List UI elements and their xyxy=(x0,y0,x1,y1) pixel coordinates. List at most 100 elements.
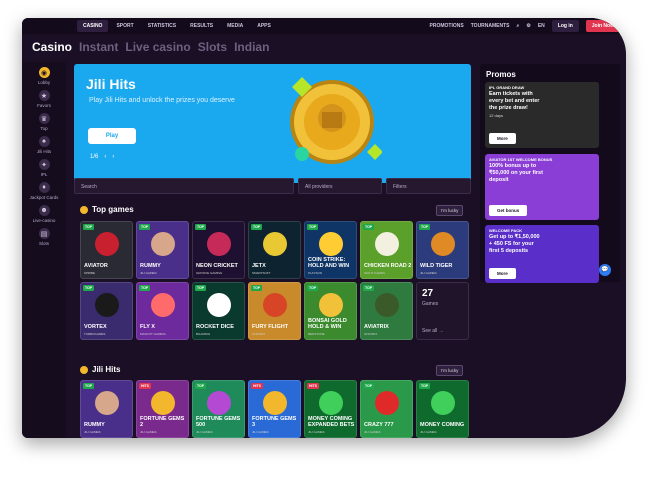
game-name: COIN STRIKE: HOLD AND WIN xyxy=(308,257,350,269)
game-art xyxy=(206,232,231,257)
play-button[interactable]: Play xyxy=(88,128,136,144)
game-card[interactable]: TOP RUMMY JILI GAMES xyxy=(80,380,133,438)
promo-card[interactable]: IPL GRAND DRAW Earn tickets with every be… xyxy=(485,82,599,148)
game-card[interactable]: TOP AVIATRIX AVIATRIX xyxy=(360,282,413,340)
sidebar-item-jackpot-cards[interactable]: ♦ Jackpot Cards xyxy=(22,182,66,200)
subnav-tab-indian[interactable]: Indian xyxy=(234,40,269,54)
sidebar-item-lobby[interactable]: ◉ Lobby xyxy=(22,67,66,85)
game-art xyxy=(150,391,175,416)
providers-select[interactable]: All providers xyxy=(298,178,382,194)
game-art xyxy=(262,293,287,318)
sidebar-item-top[interactable]: ♛ Top xyxy=(22,113,66,131)
game-art xyxy=(94,391,119,416)
game-name: MONEY COMING EXPANDED BETS xyxy=(308,416,355,428)
game-card[interactable]: TOP MONEY COMING JILI GAMES xyxy=(416,380,469,438)
game-card[interactable]: TOP BONSAI GOLD HOLD & WIN REDSTONE xyxy=(304,282,357,340)
jili-hits-heading: Jili Hits xyxy=(80,365,120,374)
game-card[interactable]: TOP NEON CRICKET GROOVE GAMING xyxy=(192,221,245,279)
top-icon: ♛ xyxy=(38,113,50,124)
chat-icon[interactable]: 💬 xyxy=(599,264,611,276)
game-card[interactable]: TOP WILD TIGER JILI GAMES xyxy=(416,221,469,279)
subnav-tab-casino[interactable]: Casino xyxy=(32,40,72,54)
sidebar-item-slots[interactable]: ▤ Slots xyxy=(22,228,66,246)
app-window: CASINO SPORT STATISTICS RESULTS MEDIA APPS PR… xyxy=(22,18,626,438)
game-provider: JILI GAMES xyxy=(140,430,157,434)
lucky-button[interactable]: I'm lucky xyxy=(436,205,464,216)
promotions-link[interactable]: PROMOTIONS xyxy=(430,23,464,29)
game-card[interactable]: TOP CHICKEN ROAD 2 INOUT GAMES xyxy=(360,221,413,279)
game-provider: JILI GAMES xyxy=(420,271,437,275)
top-games-heading: Top games xyxy=(80,205,134,214)
subnav-tab-slots[interactable]: Slots xyxy=(198,40,227,54)
hero-banner[interactable]: Jili Hits Play Jili Hits and unlock the … xyxy=(74,64,471,183)
promo-tag: AVIATOR 1ST WELCOME BONUS xyxy=(489,157,553,162)
sidebar-item-label: Favors xyxy=(37,103,51,108)
topnav-item-results[interactable]: RESULTS xyxy=(184,20,219,32)
subnav-tab-live-casino[interactable]: Live casino xyxy=(125,40,190,54)
sidebar-item-ipl[interactable]: ✦ IPL xyxy=(22,159,66,177)
tournaments-link[interactable]: TOURNAMENTS xyxy=(471,23,510,29)
game-provider: JILI GAMES xyxy=(252,430,269,434)
search-input[interactable]: Search xyxy=(74,178,294,194)
prev-arrow-icon[interactable]: ‹ xyxy=(104,154,106,160)
sidebar-item-jili-hits[interactable]: ♠ Jili Hits xyxy=(22,136,66,154)
game-card[interactable]: TOP JETX SMARTSOFT xyxy=(248,221,301,279)
game-card[interactable]: HITS FORTUNE GEMS 2 JILI GAMES xyxy=(136,380,189,438)
game-card[interactable]: HITS FORTUNE GEMS 3 JILI GAMES xyxy=(248,380,301,438)
game-card[interactable]: TOP FLY X MASCOT GAMING xyxy=(136,282,189,340)
sidebar-item-favors[interactable]: ★ Favors xyxy=(22,90,66,108)
join-button[interactable]: Join Now xyxy=(585,20,620,32)
topnav-item-apps[interactable]: APPS xyxy=(251,20,277,32)
lucky-button[interactable]: I'm lucky xyxy=(436,365,464,376)
game-card[interactable]: TOP FURY FLIGHT AVIATRIX xyxy=(248,282,301,340)
game-card[interactable]: TOP COIN STRIKE: HOLD AND WIN PLAYSON xyxy=(304,221,357,279)
promo-card[interactable]: WELCOME PACK Get up to ₹1,50,000 + 450 FS… xyxy=(485,225,599,283)
promo-text: Get up to ₹1,50,000 + 450 FS for your fi… xyxy=(489,234,540,254)
top-badge: TOP xyxy=(363,285,375,291)
subnav-tab-instant[interactable]: Instant xyxy=(79,40,118,54)
jili-hits-grid: TOP RUMMY JILI GAMES HITS FORTUNE GEMS 2 JILI… xyxy=(80,380,469,438)
live-casino-icon: ☻ xyxy=(38,205,50,216)
promo-card[interactable]: AVIATOR 1ST WELCOME BONUS 100% bonus up t… xyxy=(485,154,599,220)
sidebar-item-label: Jili Hits xyxy=(36,149,52,154)
next-arrow-icon[interactable]: › xyxy=(112,154,114,160)
game-name: FURY FLIGHT xyxy=(252,323,289,330)
topnav-item-media[interactable]: MEDIA xyxy=(221,20,249,32)
game-art xyxy=(318,391,343,416)
game-card[interactable]: TOP ROCKET DICE BGAMING xyxy=(192,282,245,340)
gear-icon[interactable]: ⚙ xyxy=(526,23,530,29)
game-art xyxy=(94,293,119,318)
game-card[interactable]: TOP VORTEX TURBOGAMES xyxy=(80,282,133,340)
topnav-item-statistics[interactable]: STATISTICS xyxy=(142,20,182,32)
jili-hits-icon: ♠ xyxy=(38,136,50,147)
filters-select[interactable]: Filters xyxy=(386,178,471,194)
lobby-icon: ◉ xyxy=(38,67,50,78)
game-card[interactable]: HITS MONEY COMING EXPANDED BETS JILI GAMES xyxy=(304,380,357,438)
filter-bar: Search All providers Filters xyxy=(74,178,471,194)
sidebar-item-label: Lobby xyxy=(37,80,51,85)
topnav-item-sport[interactable]: SPORT xyxy=(110,20,139,32)
top-badge: HITS xyxy=(307,383,319,389)
sidebar-item-label: Slots xyxy=(38,241,49,246)
game-provider: AVIATRIX xyxy=(364,332,378,336)
see-all-card[interactable]: 27 Games See all → xyxy=(416,282,469,340)
coin-icon xyxy=(80,205,88,214)
topnav-item-casino[interactable]: CASINO xyxy=(77,20,109,32)
top-badge: TOP xyxy=(83,285,95,291)
top-bar: CASINO SPORT STATISTICS RESULTS MEDIA APPS PR… xyxy=(22,18,626,34)
promo-button[interactable]: Get bonus xyxy=(489,205,528,216)
promo-button[interactable]: More xyxy=(489,133,516,144)
game-art xyxy=(262,391,287,416)
language-selector[interactable]: EN xyxy=(538,23,545,29)
game-name: MONEY COMING xyxy=(420,421,465,428)
game-card[interactable]: TOP RUMMY JILI GAMES xyxy=(136,221,189,279)
search-icon[interactable]: ⌕ xyxy=(517,23,520,29)
login-button[interactable]: Log in xyxy=(551,20,579,32)
game-art xyxy=(374,391,399,416)
sidebar-item-live-casino[interactable]: ☻ Live-casino xyxy=(22,205,66,223)
game-card[interactable]: TOP CRAZY 777 JILI GAMES xyxy=(360,380,413,438)
promo-button[interactable]: More xyxy=(489,268,516,279)
see-all-link[interactable]: See all → xyxy=(422,328,444,334)
game-card[interactable]: TOP FORTUNE GEMS 500 JILI GAMES xyxy=(192,380,245,438)
game-card[interactable]: TOP AVIATOR SPRIBE xyxy=(80,221,133,279)
